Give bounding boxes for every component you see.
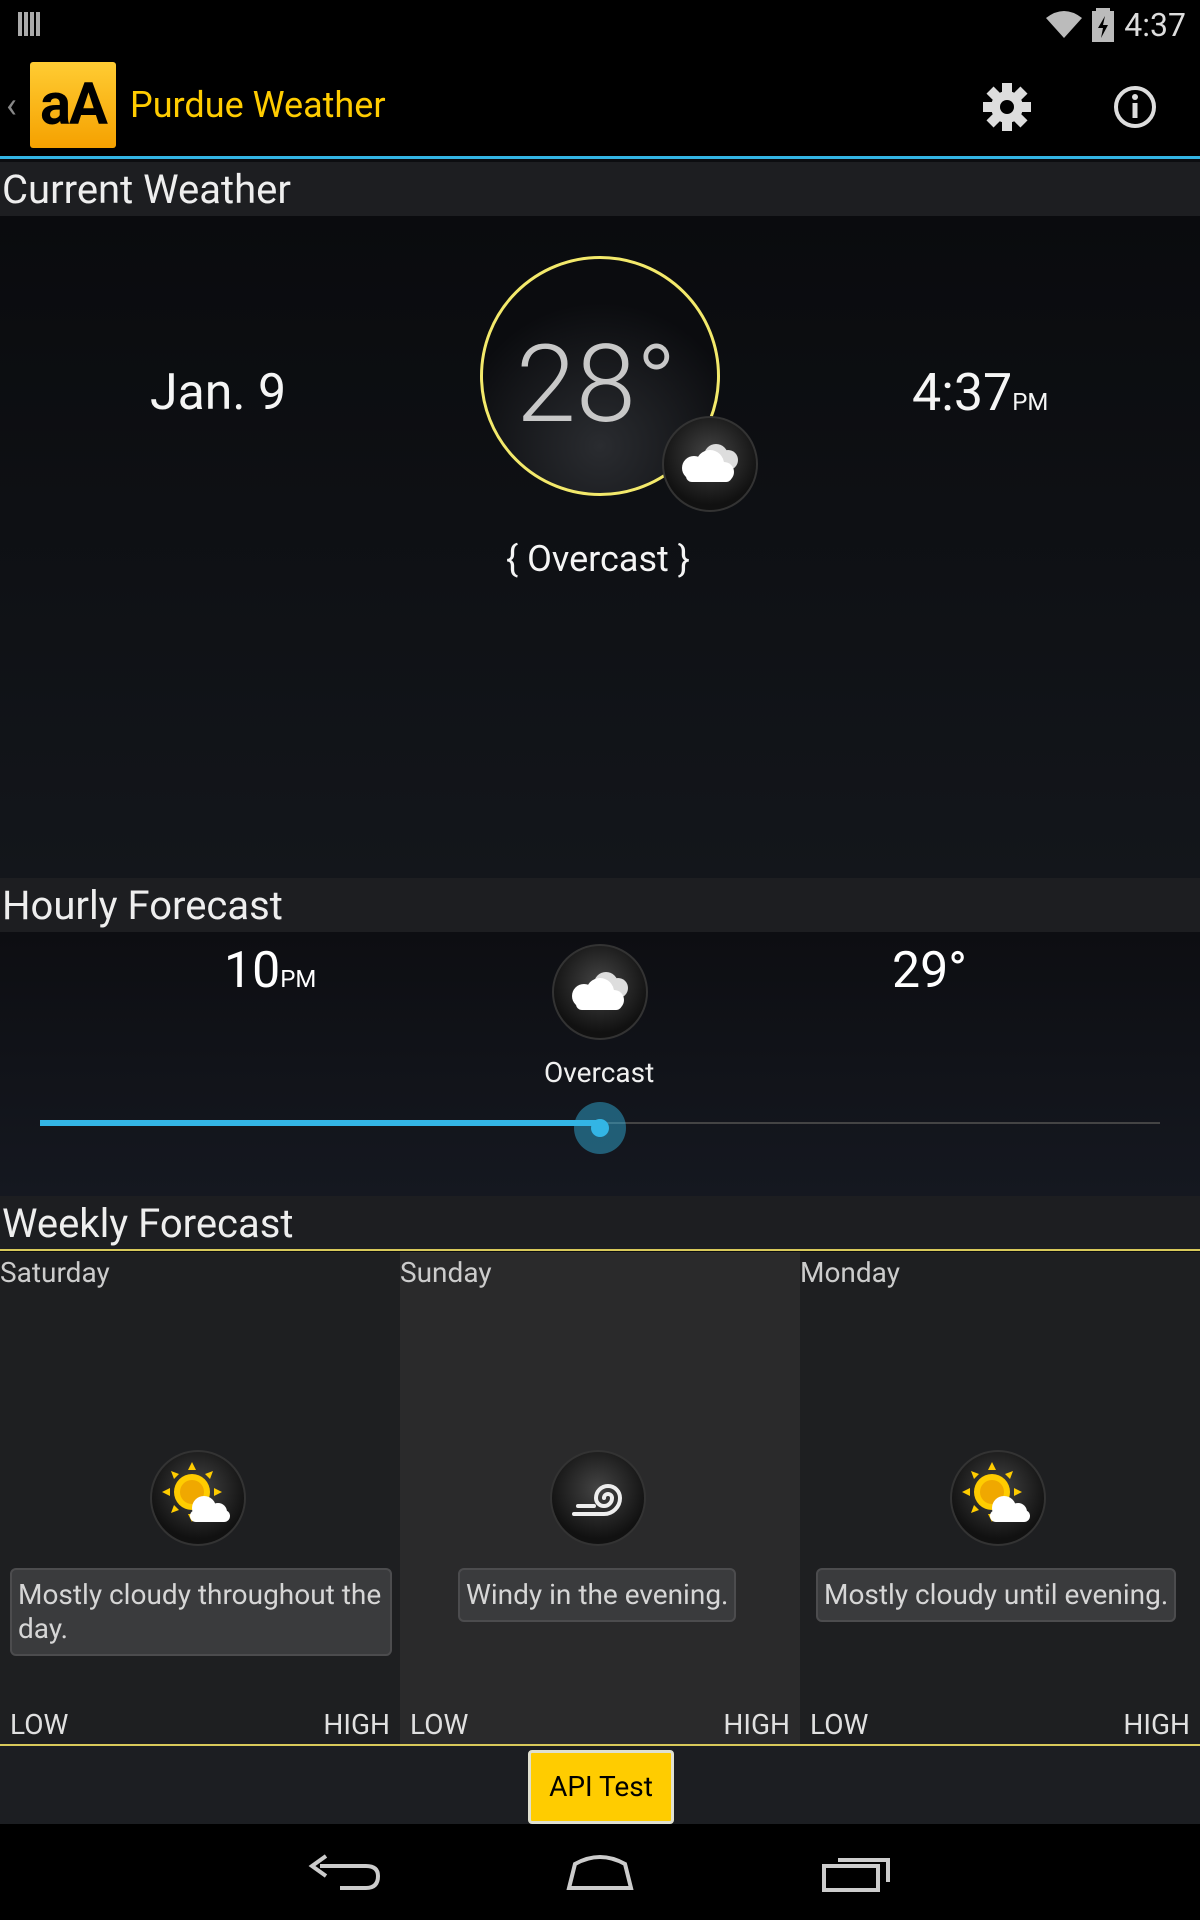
high-label: HIGH xyxy=(723,1708,790,1741)
day-name: Saturday xyxy=(0,1256,110,1289)
day-column-sunday[interactable]: Sunday Windy in the evening. LOW HIGH xyxy=(400,1252,800,1744)
day-summary: Mostly cloudy until evening. xyxy=(816,1568,1177,1622)
status-bar: 4:37 xyxy=(0,0,1200,50)
current-condition: { Overcast } xyxy=(506,538,690,580)
partly-cloudy-icon xyxy=(150,1450,246,1546)
status-time: 4:37 xyxy=(1124,6,1186,44)
wifi-icon xyxy=(1046,11,1082,38)
partly-cloudy-icon xyxy=(950,1450,1046,1546)
high-label: HIGH xyxy=(1123,1708,1190,1741)
hourly-condition: Overcast xyxy=(544,1056,655,1089)
hourly-forecast-title: Hourly Forecast xyxy=(2,882,283,929)
back-icon[interactable] xyxy=(300,1844,390,1900)
current-weather-panel: Jan. 9 28° 4:37PM { Overcast } xyxy=(0,216,1200,878)
notification-icon xyxy=(18,12,40,36)
cloud-icon xyxy=(552,944,648,1040)
cloud-icon xyxy=(662,416,758,512)
hourly-temperature: 29° xyxy=(892,942,967,1000)
hourly-time: 10PM xyxy=(224,942,317,1000)
app-logo[interactable]: aA xyxy=(30,62,116,148)
navigation-bar xyxy=(0,1824,1200,1920)
weekly-forecast-panel: Saturday Mostly cloudy throughout the da… xyxy=(0,1252,1200,1746)
back-caret-icon[interactable]: ‹ xyxy=(6,84,17,126)
action-bar: ‹ aA Purdue Weather xyxy=(0,50,1200,159)
day-column-saturday[interactable]: Saturday Mostly cloudy throughout the da… xyxy=(0,1252,400,1744)
day-name: Sunday xyxy=(400,1256,492,1289)
section-header-hourly: Hourly Forecast xyxy=(0,878,1200,932)
hourly-forecast-panel: 10PM 29° Overcast xyxy=(0,932,1200,1196)
current-temperature: 28° xyxy=(516,322,677,448)
bottom-toolbar: API Test xyxy=(0,1746,1200,1824)
recent-apps-icon[interactable] xyxy=(812,1844,902,1900)
current-time: 4:37PM xyxy=(912,362,1049,423)
section-header-weekly: Weekly Forecast xyxy=(0,1196,1200,1250)
gear-icon[interactable] xyxy=(972,72,1042,142)
low-label: LOW xyxy=(410,1708,469,1741)
home-icon[interactable] xyxy=(555,1844,645,1900)
day-column-monday[interactable]: Monday Mostly cloudy until evening. LOW … xyxy=(800,1252,1200,1744)
weekly-top-divider xyxy=(0,1249,1200,1251)
high-label: HIGH xyxy=(323,1708,390,1741)
low-label: LOW xyxy=(10,1708,69,1741)
wind-icon xyxy=(550,1450,646,1546)
battery-icon xyxy=(1092,8,1114,42)
day-summary: Mostly cloudy throughout the day. xyxy=(10,1568,392,1656)
day-summary: Windy in the evening. xyxy=(458,1568,737,1622)
app-title: Purdue Weather xyxy=(130,84,386,126)
section-header-current: Current Weather xyxy=(0,162,1200,216)
low-label: LOW xyxy=(810,1708,869,1741)
weekly-forecast-title: Weekly Forecast xyxy=(2,1200,294,1247)
current-weather-title: Current Weather xyxy=(2,166,291,213)
action-bar-divider xyxy=(0,156,1200,159)
day-name: Monday xyxy=(800,1256,900,1289)
info-icon[interactable] xyxy=(1100,72,1170,142)
hourly-slider-thumb[interactable] xyxy=(574,1102,626,1154)
current-date: Jan. 9 xyxy=(150,364,287,422)
api-test-button[interactable]: API Test xyxy=(528,1750,674,1824)
hourly-slider-fill xyxy=(40,1120,600,1126)
